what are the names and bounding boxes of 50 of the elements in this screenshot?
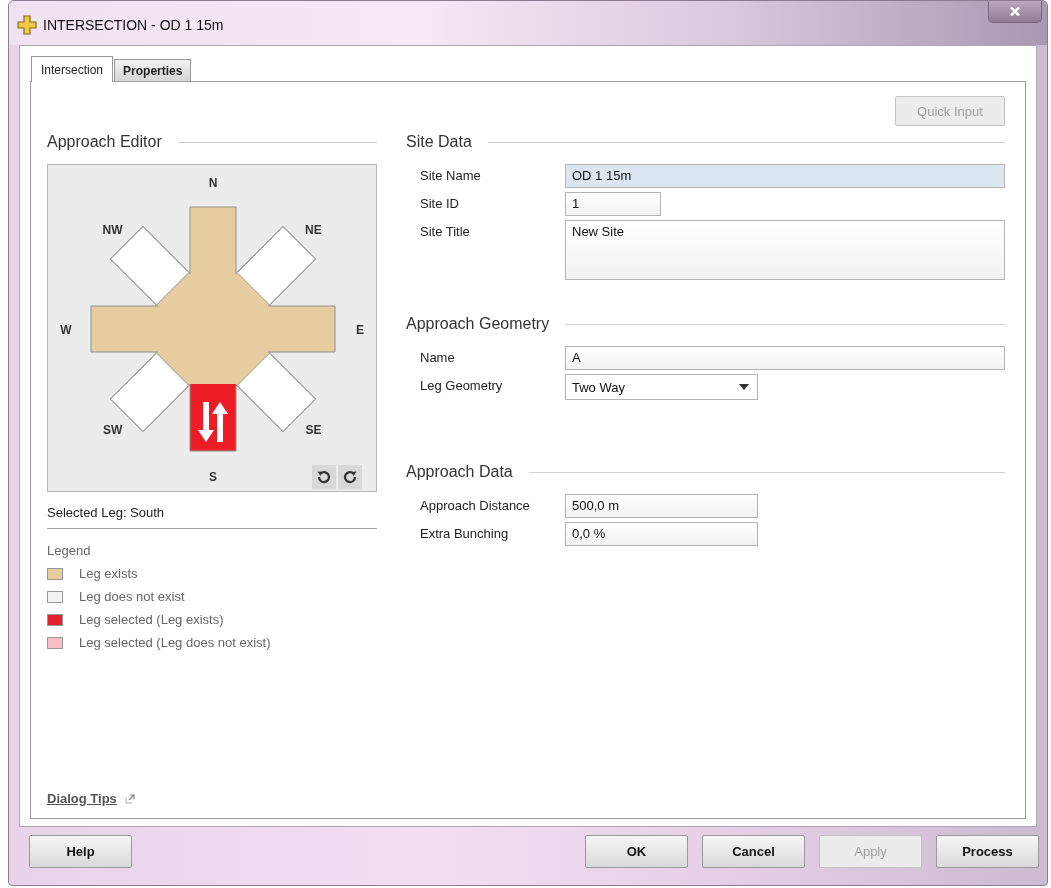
cross-icon xyxy=(17,15,37,35)
legend-label: Leg selected (Leg exists) xyxy=(79,612,224,627)
field-label: Approach Distance xyxy=(420,497,531,513)
field-label: Site ID xyxy=(420,195,460,211)
direction-label: NW xyxy=(102,222,123,237)
dialog-tips-link[interactable]: Dialog Tips xyxy=(47,791,117,806)
selected-leg-label: Selected Leg: South xyxy=(47,505,166,520)
legend-label: Leg does not exist xyxy=(79,589,185,604)
input-field[interactable]: A xyxy=(565,346,1005,370)
input-field[interactable]: OD 1 15m xyxy=(565,164,1005,188)
rotate-left-icon xyxy=(316,469,332,485)
legend-title: Legend xyxy=(47,543,92,558)
tab[interactable]: Intersection xyxy=(31,56,114,82)
direction-label: W xyxy=(60,323,72,337)
window-title: INTERSECTION - OD 1 15m xyxy=(43,17,224,33)
section-heading: Site Data xyxy=(406,133,472,151)
direction-label: S xyxy=(209,470,217,484)
rotate-right-icon xyxy=(342,469,358,485)
caret-icon xyxy=(739,384,749,390)
dialog-button[interactable]: Cancel xyxy=(702,835,805,868)
field-label: Site Name xyxy=(420,167,482,183)
input-field[interactable]: 1 xyxy=(565,192,661,216)
section-heading: Approach Editor xyxy=(47,133,162,151)
direction-label: NE xyxy=(305,222,322,237)
legend-label: Leg selected (Leg does not exist) xyxy=(79,635,271,650)
input-field[interactable]: 500,0 m xyxy=(565,494,758,518)
direction-label: N xyxy=(208,176,218,190)
external-link-icon xyxy=(124,793,135,804)
field-label: Name xyxy=(420,349,456,365)
input-field[interactable]: 0,0 % xyxy=(565,522,758,546)
dialog-button[interactable]: OK xyxy=(585,835,688,868)
rotate-counterclockwise-button[interactable] xyxy=(312,465,336,489)
dialog-button[interactable]: Process xyxy=(936,835,1039,868)
road-leg[interactable] xyxy=(189,383,237,452)
tab[interactable]: Properties xyxy=(114,59,192,81)
field-label: Leg Geometry xyxy=(420,377,504,393)
field-label: Site Title xyxy=(420,223,471,239)
section-heading: Approach Data xyxy=(406,463,513,481)
direction-label: E xyxy=(356,323,364,337)
dropdown[interactable]: Two Way xyxy=(565,374,758,400)
help-button[interactable]: Help xyxy=(29,835,132,868)
field-label: Extra Bunching xyxy=(420,525,510,541)
text-area[interactable]: New Site xyxy=(565,220,1005,280)
rotate-clockwise-button[interactable] xyxy=(338,465,362,489)
close-button[interactable] xyxy=(988,1,1042,23)
direction-label: SW xyxy=(102,423,123,438)
legend-label: Leg exists xyxy=(79,566,138,581)
close-icon xyxy=(1009,6,1021,17)
direction-label: SE xyxy=(305,423,322,438)
section-heading: Approach Geometry xyxy=(406,315,550,333)
